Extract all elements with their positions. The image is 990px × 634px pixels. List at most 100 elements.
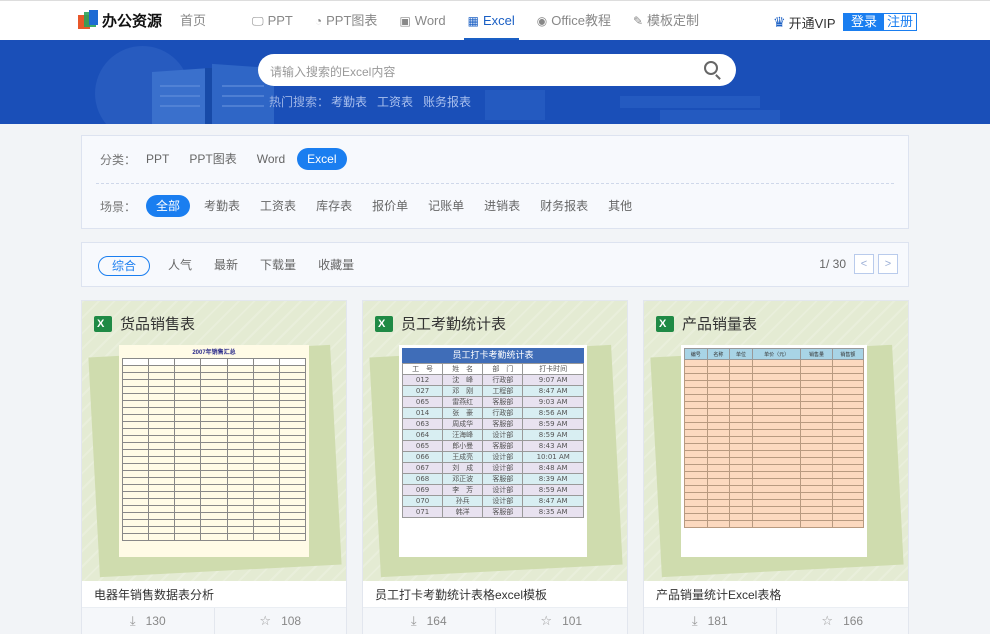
card-name[interactable]: 员工打卡考勤统计表格excel模板 (375, 586, 547, 603)
sheet-cell (121, 505, 150, 513)
sheet-cell (729, 478, 753, 486)
main-nav: 首页 🖵 PPT ◔ PPT图表 ▣ Word ▦ Excel ◉ Office… (180, 1, 721, 41)
sheet-cell (121, 470, 150, 478)
sheet-cell (800, 366, 833, 374)
favorite-count[interactable]: ☆ 166 (777, 608, 909, 634)
next-page-button[interactable]: > (878, 254, 898, 274)
sheet-cell (729, 513, 753, 521)
sheet-cell (831, 443, 865, 451)
scene-option-quotation[interactable]: 报价单 (372, 195, 408, 217)
sort-favorites[interactable]: 收藏量 (318, 256, 354, 276)
login-button[interactable]: 登录 (844, 14, 885, 30)
template-card[interactable]: 货品销售表 2007年销售汇总 电器年销售数据表分析 ⤓ 130 ☆ 108 (81, 300, 347, 634)
nav-home[interactable]: 首页 (180, 1, 206, 41)
sheet-row (121, 435, 307, 443)
nav-template-custom[interactable]: ✎ 模板定制 (633, 1, 699, 41)
sheet-cell (751, 408, 802, 416)
scene-option-purchase-sales[interactable]: 进销表 (484, 195, 520, 217)
sheet-cell (278, 400, 307, 408)
scene-option-salary[interactable]: 工资表 (260, 195, 296, 217)
sheet-table: 工 号姓 名部 门打卡时间 012 沈 峰行政部 9:07 AM 027 邓 刚工程部 8:… (401, 363, 584, 518)
sheet-cell (706, 429, 731, 437)
card-name[interactable]: 产品销量统计Excel表格 (656, 586, 781, 603)
sheet-row (684, 450, 865, 458)
scene-option-bookkeeping[interactable]: 记账单 (428, 195, 464, 217)
category-option-excel[interactable]: Excel (297, 148, 347, 170)
sheet-cell (200, 400, 228, 408)
sheet-cell: 065 (401, 396, 444, 408)
template-card[interactable]: 员工考勤统计表 员工打卡考勤统计表 工 号姓 名部 门打卡时间012沈 峰行政部… (362, 300, 628, 634)
sheet-cell (831, 380, 865, 388)
scene-option-other[interactable]: 其他 (608, 195, 632, 217)
scene-option-financial-report[interactable]: 财务报表 (540, 195, 588, 217)
card-thumbnail[interactable]: 产品销量表 编号名称单位单价（元）销售量销售额 (644, 301, 908, 581)
hot-keyword[interactable]: 工资表 (377, 93, 413, 110)
favorite-count[interactable]: ☆ 108 (215, 608, 347, 634)
sheet-header-cell: 销售额 (831, 348, 865, 360)
vip-button[interactable]: ♛ 开通VIP (773, 13, 836, 32)
sheet-cell: 行政部 (482, 374, 524, 386)
sheet-header-cell: 单位 (729, 348, 753, 360)
sheet-cell: 8:56 AM (522, 407, 584, 419)
sheet-cell (831, 464, 865, 472)
sheet-cell (684, 520, 708, 528)
sheet-cell (174, 526, 202, 534)
sheet-cell (831, 485, 865, 493)
sort-newest[interactable]: 最新 (214, 256, 238, 276)
category-option-ppt-chart[interactable]: PPT图表 (189, 148, 236, 170)
nav-office-tutorial[interactable]: ◉ Office教程 (537, 1, 611, 41)
sheet-cell (800, 471, 833, 479)
sheet-cell (800, 513, 833, 521)
site-logo[interactable]: 办公资源 (78, 9, 162, 31)
sheet-cell (278, 477, 307, 485)
sort-popularity[interactable]: 人气 (168, 256, 192, 276)
sheet-cell: 10:01 AM (522, 451, 584, 463)
sheet-cell (706, 380, 731, 388)
sheet-cell (729, 408, 753, 416)
sheet-cell (252, 414, 280, 422)
sheet-cell (684, 366, 708, 374)
sheet-cell (226, 393, 254, 401)
sheet-cell (800, 520, 833, 528)
sheet-row: 063 周成华 客服部 8:59 AM (401, 418, 584, 430)
scene-option-attendance[interactable]: 考勤表 (204, 195, 240, 217)
favorite-count[interactable]: ☆ 101 (496, 608, 628, 634)
star-icon: ☆ (259, 613, 272, 628)
sheet-cell (200, 526, 228, 534)
template-card[interactable]: 产品销量表 编号名称单位单价（元）销售量销售额 产品销量统计Excel表格 ⤓ … (643, 300, 909, 634)
sheet-cell (729, 492, 753, 500)
sheet-cell (200, 484, 228, 492)
scene-option-inventory[interactable]: 库存表 (316, 195, 352, 217)
sheet-cell (706, 443, 731, 451)
sheet-cell: 王成亮 (442, 451, 484, 463)
sheet-cell (729, 450, 753, 458)
register-button[interactable]: 注册 (884, 14, 917, 30)
scene-option-all[interactable]: 全部 (146, 195, 191, 217)
card-thumbnail[interactable]: 货品销售表 2007年销售汇总 (82, 301, 346, 581)
sheet-cell (706, 366, 731, 374)
nav-ppt[interactable]: 🖵 PPT (252, 1, 293, 41)
thumbnail-title: 产品销量表 (656, 313, 757, 334)
nav-ppt-chart[interactable]: ◔ PPT图表 (315, 1, 378, 41)
sheet-cell (751, 373, 802, 381)
decor-block (660, 110, 780, 124)
sort-downloads[interactable]: 下载量 (260, 256, 296, 276)
search-icon[interactable] (704, 61, 718, 75)
nav-excel[interactable]: ▦ Excel (463, 1, 519, 41)
prev-page-button[interactable]: < (854, 254, 874, 274)
sort-comprehensive[interactable]: 综合 (98, 256, 151, 276)
category-option-ppt[interactable]: PPT (146, 148, 169, 170)
card-name[interactable]: 电器年销售数据表分析 (94, 586, 214, 603)
nav-word[interactable]: ▣ Word (399, 1, 445, 41)
sheet-cell (200, 393, 228, 401)
card-thumbnail[interactable]: 员工考勤统计表 员工打卡考勤统计表 工 号姓 名部 门打卡时间012沈 峰行政部… (363, 301, 627, 581)
vip-label: 开通VIP (788, 16, 836, 31)
hot-keyword[interactable]: 账务报表 (423, 93, 471, 110)
sheet-row: 012 沈 峰行政部 9:07 AM (401, 374, 584, 386)
search-input[interactable]: 请输入搜索的Excel内容 (258, 54, 736, 86)
category-option-word[interactable]: Word (257, 148, 285, 170)
sheet-cell: 8:59 AM (522, 429, 584, 441)
sheet-cell (751, 471, 802, 479)
hot-keyword[interactable]: 考勤表 (331, 93, 367, 110)
sheet-cell (684, 436, 708, 444)
